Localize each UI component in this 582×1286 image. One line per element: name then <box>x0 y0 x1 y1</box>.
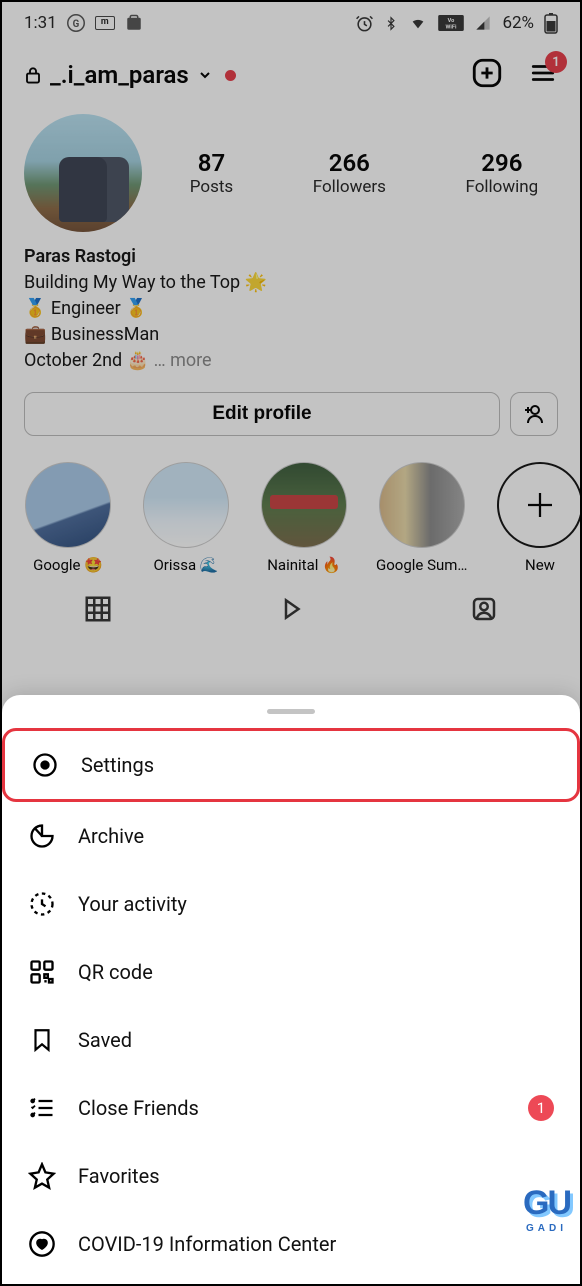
profile-info: 87 Posts 266 Followers 296 Following <box>2 104 580 240</box>
hamburger-menu-button[interactable]: 1 <box>528 60 558 90</box>
battery-icon <box>544 12 558 34</box>
followers-label: Followers <box>313 177 386 197</box>
menu-archive[interactable]: Archive <box>2 802 580 870</box>
close-friends-badge: 1 <box>528 1095 554 1121</box>
settings-icon <box>31 751 59 779</box>
highlight-label: Orissa 🌊 <box>140 556 232 574</box>
bio-line: 💼 BusinessMan <box>24 322 558 348</box>
highlight-item[interactable]: Google Summi... <box>376 462 468 574</box>
posts-stat[interactable]: 87 Posts <box>190 149 233 197</box>
heart-circle-icon <box>28 1230 56 1258</box>
status-time: 1:31 <box>24 13 57 33</box>
edit-profile-button[interactable]: Edit profile <box>24 392 500 436</box>
menu-settings[interactable]: Settings <box>2 728 580 802</box>
menu-label: Settings <box>81 753 154 777</box>
discover-people-button[interactable] <box>510 392 558 436</box>
star-icon <box>28 1162 56 1190</box>
highlight-cover <box>261 462 347 548</box>
signal-icon <box>474 15 492 31</box>
highlight-item[interactable]: Nainital 🔥 <box>258 462 350 574</box>
menu-saved[interactable]: Saved <box>2 1006 580 1074</box>
profile-tabs <box>2 582 580 624</box>
highlight-item[interactable]: Google 🤩 <box>22 462 114 574</box>
menu-sheet: Settings Archive Your activity QR code S… <box>2 695 580 1284</box>
menu-covid[interactable]: COVID-19 Information Center <box>2 1210 580 1278</box>
menu-qr[interactable]: QR code <box>2 938 580 1006</box>
highlight-item[interactable]: Orissa 🌊 <box>140 462 232 574</box>
menu-activity[interactable]: Your activity <box>2 870 580 938</box>
menu-favorites[interactable]: Favorites <box>2 1142 580 1210</box>
menu-label: Your activity <box>78 892 187 916</box>
following-stat[interactable]: 296 Following <box>465 149 538 197</box>
bio-line: Building My Way to the Top 🌟 <box>24 270 558 296</box>
chevron-down-icon <box>197 67 213 83</box>
close-friends-icon <box>28 1094 56 1122</box>
create-button[interactable] <box>470 56 504 94</box>
battery-text: 62% <box>502 13 534 33</box>
menu-label: Close Friends <box>78 1096 199 1120</box>
highlight-cover <box>143 462 229 548</box>
svg-text:G: G <box>72 19 79 30</box>
menu-label: COVID-19 Information Center <box>78 1232 336 1256</box>
highlight-label: New <box>494 556 580 574</box>
menu-label: Archive <box>78 824 144 848</box>
bio-more[interactable]: … more <box>154 350 212 371</box>
display-name: Paras Rastogi <box>24 244 558 270</box>
highlight-new-circle <box>497 462 580 548</box>
menu-label: Favorites <box>78 1164 160 1188</box>
alarm-icon <box>355 14 374 33</box>
bio-section: Paras Rastogi Building My Way to the Top… <box>2 240 580 384</box>
activity-icon <box>28 890 56 918</box>
plus-icon <box>522 487 558 523</box>
sheet-handle[interactable] <box>267 709 315 714</box>
username-text: _.i_am_paras <box>50 61 189 89</box>
bio-line: October 2nd 🎂 <box>24 350 149 371</box>
menu-badge: 1 <box>545 51 567 73</box>
m-icon: m <box>95 16 115 30</box>
menu-close-friends[interactable]: Close Friends 1 <box>2 1074 580 1142</box>
profile-header: _.i_am_paras 1 <box>2 38 580 104</box>
profile-avatar[interactable] <box>24 114 142 232</box>
vowifi-icon: VoWiFi <box>438 15 464 31</box>
qr-icon <box>28 958 56 986</box>
following-count: 296 <box>465 149 538 177</box>
lock-icon <box>24 65 42 85</box>
menu-label: Saved <box>78 1028 132 1052</box>
wifi-icon <box>408 15 428 31</box>
google-icon: G <box>67 14 85 32</box>
followers-stat[interactable]: 266 Followers <box>313 149 386 197</box>
highlight-cover <box>379 462 465 548</box>
plus-box-icon <box>470 56 504 90</box>
notification-dot <box>225 70 236 81</box>
highlight-cover <box>25 462 111 548</box>
highlight-new[interactable]: New <box>494 462 580 574</box>
status-bar: 1:31 G m VoWiFi 62% <box>2 2 580 38</box>
watermark: GU GADI <box>523 1184 570 1234</box>
svg-text:WiFi: WiFi <box>446 25 457 31</box>
grid-tab-icon[interactable] <box>83 594 113 624</box>
menu-label: QR code <box>78 960 153 984</box>
highlight-label: Google Summi... <box>376 556 468 574</box>
archive-icon <box>28 822 56 850</box>
bookmark-icon <box>28 1026 56 1054</box>
highlights-row[interactable]: Google 🤩 Orissa 🌊 Nainital 🔥 Google Summ… <box>2 444 580 582</box>
svg-text:Vo: Vo <box>448 18 455 24</box>
posts-count: 87 <box>190 149 233 177</box>
following-label: Following <box>465 177 538 197</box>
highlight-label: Google 🤩 <box>22 556 114 574</box>
followers-count: 266 <box>313 149 386 177</box>
highlight-label: Nainital 🔥 <box>258 556 350 574</box>
bluetooth-icon <box>384 14 398 33</box>
posts-label: Posts <box>190 177 233 197</box>
bio-line: 🥇 Engineer 🥇 <box>24 296 558 322</box>
flipkart-icon <box>125 14 143 32</box>
add-person-icon <box>522 402 546 426</box>
tagged-tab-icon[interactable] <box>469 594 499 624</box>
username-selector[interactable]: _.i_am_paras <box>24 61 236 89</box>
reels-tab-icon[interactable] <box>276 594 306 624</box>
